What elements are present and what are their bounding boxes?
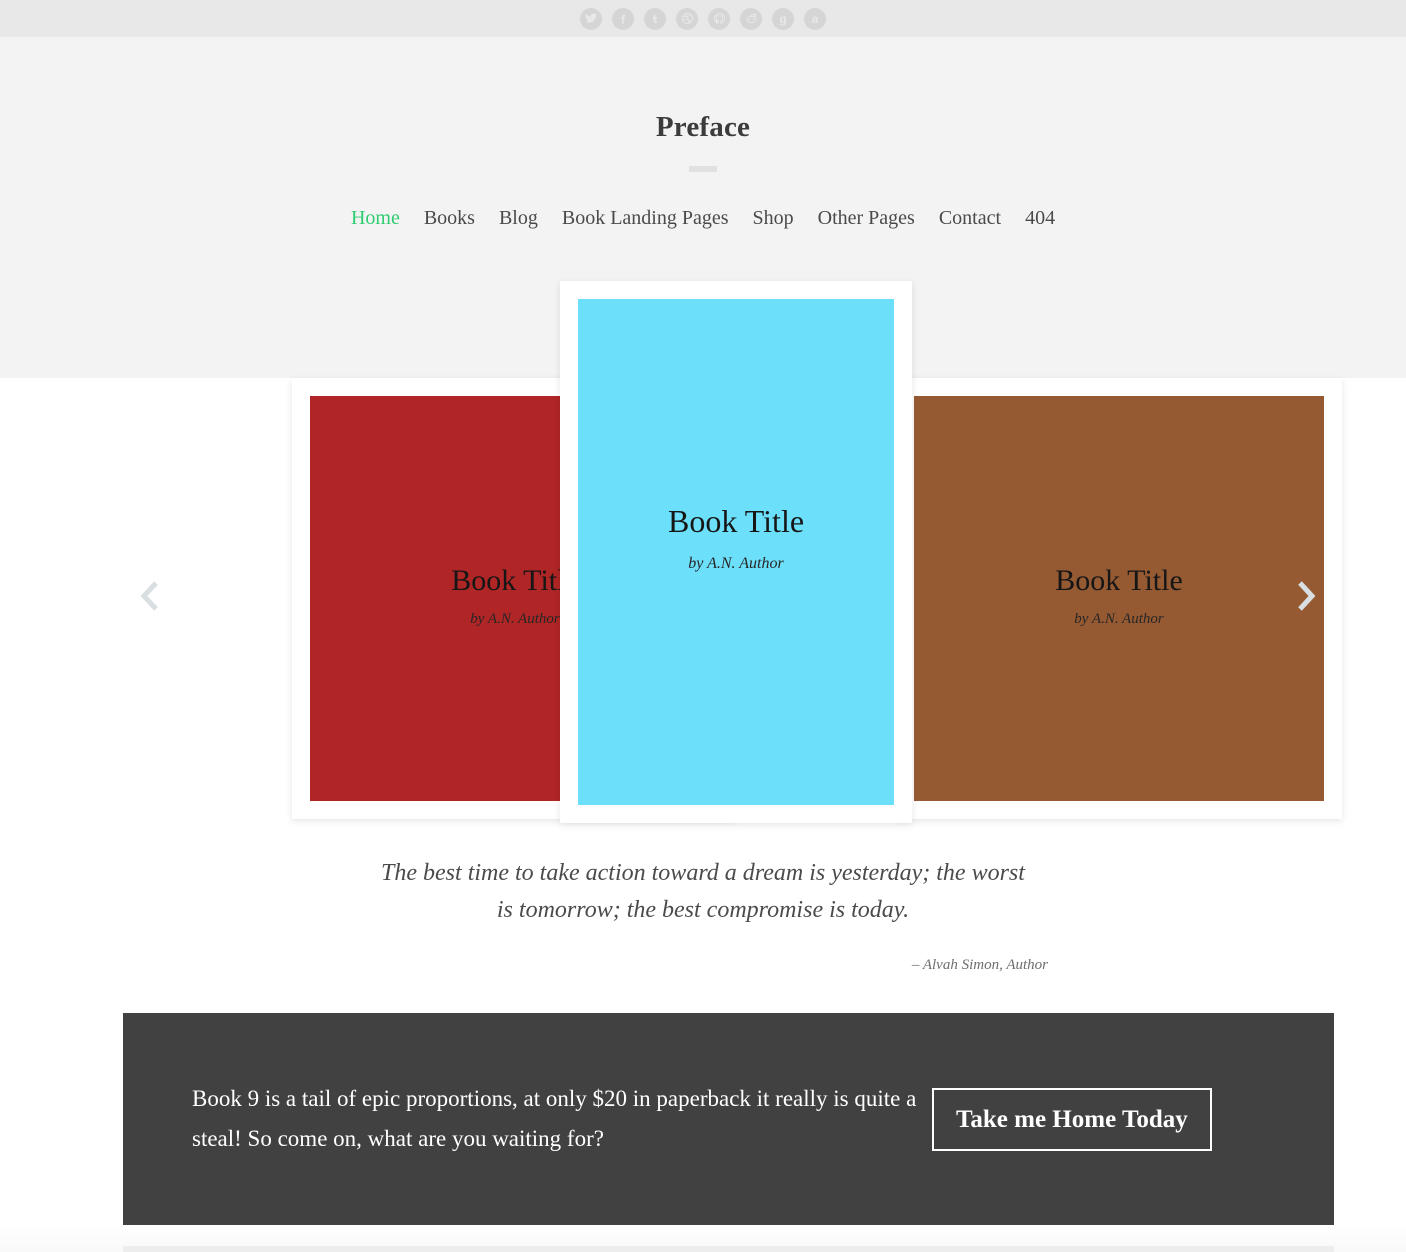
book-cover-center: Book Title by A.N. Author <box>578 299 894 805</box>
nav-item-home[interactable]: Home <box>339 207 412 230</box>
github-icon[interactable] <box>708 7 730 30</box>
book-author: by A.N. Author <box>1074 611 1164 627</box>
nav-item-blog[interactable]: Blog <box>487 207 550 230</box>
goodreads-icon[interactable]: g <box>772 7 794 30</box>
book-card-right[interactable]: Book Title by A.N. Author <box>896 378 1342 819</box>
twitter-icon[interactable] <box>580 7 602 30</box>
page-title: Preface <box>655 111 751 143</box>
book-cover-right: Book Title by A.N. Author <box>914 396 1324 801</box>
cta-banner: Book 9 is a tail of epic proportions, at… <box>123 1013 1334 1225</box>
nav-item-book-landing-pages[interactable]: Book Landing Pages <box>550 207 741 230</box>
book-carousel: Book Title by A.N. Author Book Title by … <box>0 281 1406 826</box>
quote-attribution: – Alvah Simon, Author <box>911 957 1048 974</box>
take-me-home-today-button[interactable]: Take me Home Today <box>932 1087 1212 1151</box>
nav-item-books[interactable]: Books <box>412 207 487 230</box>
dribbble-icon[interactable] <box>676 7 698 30</box>
tumblr-icon[interactable] <box>644 7 666 30</box>
quote-text: The best time to take action toward a dr… <box>381 860 1025 924</box>
nav-item-contact[interactable]: Contact <box>927 207 1013 230</box>
nav-item-shop[interactable]: Shop <box>741 207 806 230</box>
book-title: Book Title <box>1055 564 1183 597</box>
facebook-icon[interactable] <box>612 7 634 30</box>
goodreads-glyph: g <box>779 11 787 26</box>
carousel-next-arrow-icon[interactable] <box>1286 573 1326 619</box>
cta-text: Book 9 is a tail of epic proportions, at… <box>192 1086 917 1151</box>
book-author: by A.N. Author <box>688 555 784 573</box>
page-bottom-strip <box>123 1246 1334 1252</box>
quote-section: The best time to take action toward a dr… <box>0 855 1406 974</box>
book-card-center[interactable]: Book Title by A.N. Author <box>560 281 912 823</box>
carousel-prev-arrow-icon[interactable] <box>130 573 170 619</box>
book-author: by A.N. Author <box>470 611 560 627</box>
book-title: Book Title <box>667 503 805 539</box>
main-navigation: Home Books Blog Book Landing Pages Shop … <box>0 207 1406 230</box>
amazon-glyph: a <box>811 11 819 26</box>
nav-item-404[interactable]: 404 <box>1013 207 1067 230</box>
nav-item-other-pages[interactable]: Other Pages <box>806 207 927 230</box>
reddit-icon[interactable] <box>740 7 762 30</box>
amazon-icon[interactable]: a <box>804 7 826 30</box>
title-divider <box>689 166 717 172</box>
social-bar: g a <box>0 0 1406 37</box>
